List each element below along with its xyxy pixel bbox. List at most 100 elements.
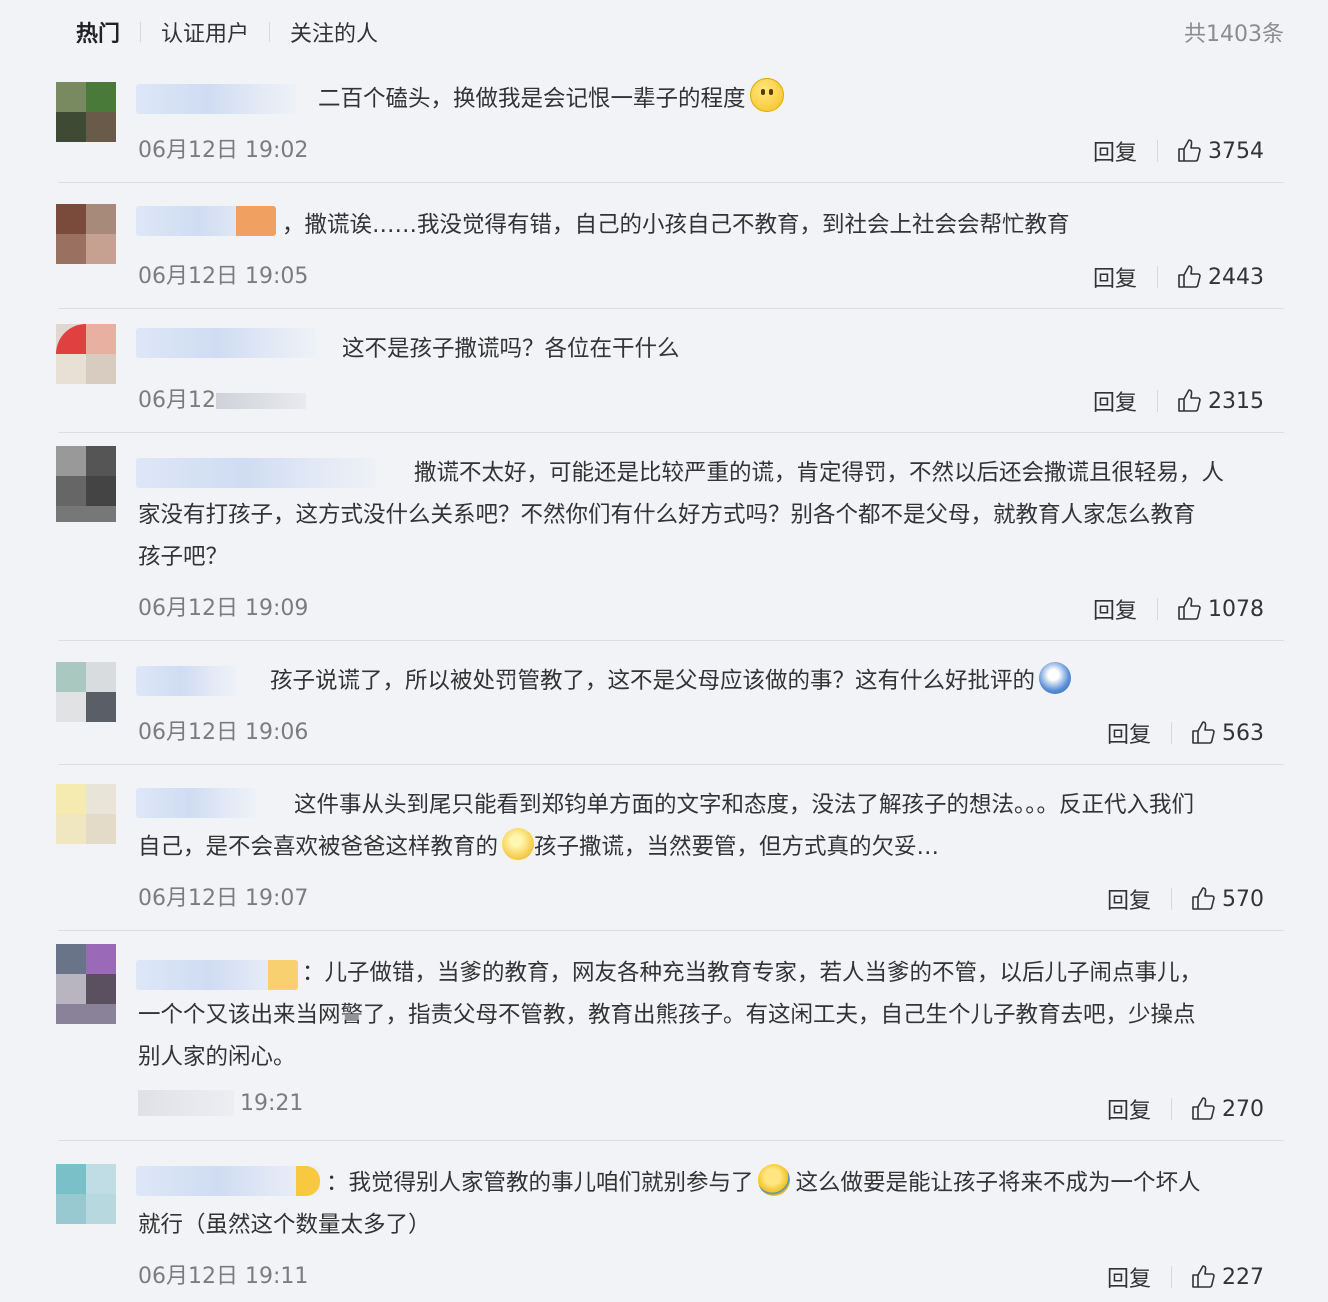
- reply-button[interactable]: 回复: [1093, 385, 1137, 417]
- username-blurred[interactable]: [136, 1166, 320, 1196]
- reply-button[interactable]: 回复: [1093, 135, 1137, 167]
- tab-hot[interactable]: 热门: [76, 16, 120, 48]
- like-button[interactable]: 570: [1190, 886, 1264, 912]
- comment-text-line: 就行（虽然这个数量太多了）: [138, 1212, 431, 1238]
- username-blurred[interactable]: [136, 84, 296, 114]
- like-count: 563: [1222, 720, 1264, 746]
- username-blurred[interactable]: [136, 328, 316, 358]
- comment-text: 这不是孩子撒谎吗？各位在干什么: [342, 336, 680, 362]
- comment-divider: [58, 640, 1284, 641]
- comment-actions: 回复 563: [1107, 717, 1264, 749]
- username-blurred[interactable]: [136, 788, 256, 818]
- comment-text-line: 一个个又该出来当网警了，指责父母不管教，教育出熊孩子。有这闲工夫，自己生个儿子教…: [138, 1002, 1196, 1028]
- thumbs-up-icon: [1192, 721, 1215, 744]
- comment-text-line: ：我觉得别人家管教的事儿咱们就别参与了 这么做要是能让孩子将来不成为一个坏人: [326, 1162, 1201, 1204]
- tab-verified-users[interactable]: 认证用户: [161, 16, 249, 48]
- tab-divider: [269, 22, 271, 42]
- comment-text: ，撒谎诶……我没觉得有错，自己的小孩自己不教育，到社会上社会会帮忙教育: [282, 212, 1070, 238]
- comment-time: 06月12日 19:07: [138, 886, 309, 911]
- reply-button[interactable]: 回复: [1107, 1261, 1151, 1293]
- comment-text: 二百个磕头，换做我是会记恨一辈子的程度: [318, 78, 784, 120]
- comment-item: ，撒谎诶……我没觉得有错，自己的小孩自己不教育，到社会上社会会帮忙教育 06月1…: [56, 186, 1284, 306]
- comment-text-line: 孩子吧？: [138, 544, 229, 570]
- comment-text-line: 撒谎不太好，可能还是比较严重的谎，肯定得罚，不然以后还会撒谎且很轻易，人: [414, 460, 1225, 486]
- like-button[interactable]: 1078: [1176, 596, 1264, 622]
- thumbs-up-icon: [1192, 1265, 1215, 1288]
- thumbs-up-icon: [1178, 139, 1201, 162]
- comment-total-count: 共1403条: [1184, 22, 1284, 47]
- comment-actions: 回复 3754: [1093, 135, 1264, 167]
- comment-text: 孩子说谎了，所以被处罚管教了，这不是父母应该做的事？这有什么好批评的: [270, 660, 1072, 702]
- like-count: 1078: [1208, 596, 1264, 622]
- like-button[interactable]: 270: [1190, 1096, 1264, 1122]
- comment-time: 06月12日 19:09: [138, 596, 309, 621]
- action-divider: [1171, 722, 1172, 744]
- avatar[interactable]: [56, 446, 116, 522]
- thumbs-up-icon: [1178, 389, 1201, 412]
- like-count: 2443: [1208, 264, 1264, 290]
- avatar[interactable]: [56, 204, 116, 264]
- comment-text-line: 别人家的闲心。: [138, 1044, 296, 1070]
- comment-divider: [58, 764, 1284, 765]
- comment-divider: [58, 1140, 1284, 1141]
- like-count: 2315: [1208, 388, 1264, 414]
- comment-actions: 回复 570: [1107, 883, 1264, 915]
- comment-time: 06月12: [138, 382, 306, 414]
- avatar[interactable]: [56, 944, 116, 1024]
- avatar[interactable]: [56, 1164, 116, 1224]
- thumbs-up-icon: [1192, 887, 1215, 910]
- username-blurred[interactable]: [136, 206, 276, 236]
- like-count: 270: [1222, 1096, 1264, 1122]
- action-divider: [1157, 140, 1158, 162]
- tab-following[interactable]: 关注的人: [290, 16, 378, 48]
- comment-actions: 回复 227: [1107, 1261, 1264, 1293]
- comment-item: ：我觉得别人家管教的事儿咱们就别参与了 这么做要是能让孩子将来不成为一个坏人 就行…: [56, 1144, 1284, 1302]
- awkward-emoji-icon: [502, 828, 535, 860]
- comment-item: 这件事从头到尾只能看到郑钧单方面的文字和态度，没法了解孩子的想法。。。反正代入我…: [56, 768, 1284, 928]
- comment-text-line: 这件事从头到尾只能看到郑钧单方面的文字和态度，没法了解孩子的想法。。。反正代入我…: [294, 792, 1195, 818]
- comment-actions: 回复 2443: [1093, 261, 1264, 293]
- action-divider: [1157, 266, 1158, 288]
- comment-divider: [58, 432, 1284, 433]
- avatar[interactable]: [56, 82, 116, 142]
- reply-button[interactable]: 回复: [1107, 717, 1151, 749]
- doge-emoji-icon: [1039, 662, 1072, 694]
- username-blurred[interactable]: [136, 666, 236, 696]
- comment-text-line: 自己，是不会喜欢被爸爸这样教育的 孩子撒谎，当然要管，但方式真的欠妥…: [138, 826, 939, 868]
- action-divider: [1171, 1098, 1172, 1120]
- comment-actions: 回复 1078: [1093, 593, 1264, 625]
- reply-button[interactable]: 回复: [1107, 883, 1151, 915]
- reply-button[interactable]: 回复: [1107, 1093, 1151, 1125]
- reply-button[interactable]: 回复: [1093, 261, 1137, 293]
- comment-divider: [58, 308, 1284, 309]
- action-divider: [1157, 598, 1158, 620]
- avatar[interactable]: [56, 662, 116, 722]
- tab-divider: [140, 22, 142, 42]
- action-divider: [1171, 888, 1172, 910]
- laugh-cry-emoji-icon: [757, 1164, 790, 1196]
- action-divider: [1157, 390, 1158, 412]
- comment-tabs: 热门 认证用户 关注的人: [76, 14, 378, 50]
- like-button[interactable]: 563: [1190, 720, 1264, 746]
- comment-item: 孩子说谎了，所以被处罚管教了，这不是父母应该做的事？这有什么好批评的 06月12…: [56, 644, 1284, 764]
- comment-item: 这不是孩子撒谎吗？各位在干什么 06月12 回复 2315: [56, 312, 1284, 432]
- comment-text-line: ：儿子做错，当爹的教育，网友各种充当教育专家，若人当爹的不管，以后儿子闹点事儿，: [302, 960, 1203, 986]
- like-button[interactable]: 3754: [1176, 138, 1264, 164]
- avatar[interactable]: [56, 324, 116, 384]
- comment-actions: 回复 2315: [1093, 385, 1264, 417]
- like-count: 570: [1222, 886, 1264, 912]
- thumbs-up-icon: [1178, 265, 1201, 288]
- avatar[interactable]: [56, 784, 116, 844]
- username-blurred[interactable]: [136, 960, 298, 990]
- comment-item: 撒谎不太好，可能还是比较严重的谎，肯定得罚，不然以后还会撒谎且很轻易，人 家没有…: [56, 436, 1284, 636]
- username-blurred[interactable]: [136, 458, 376, 488]
- like-button[interactable]: 2443: [1176, 264, 1264, 290]
- like-button[interactable]: 227: [1190, 1264, 1264, 1290]
- comment-divider: [58, 182, 1284, 183]
- comment-divider: [58, 930, 1284, 931]
- comment-time: 06月12日 19:11: [138, 1264, 309, 1289]
- like-count: 227: [1222, 1264, 1264, 1290]
- like-button[interactable]: 2315: [1176, 388, 1264, 414]
- action-divider: [1171, 1266, 1172, 1288]
- reply-button[interactable]: 回复: [1093, 593, 1137, 625]
